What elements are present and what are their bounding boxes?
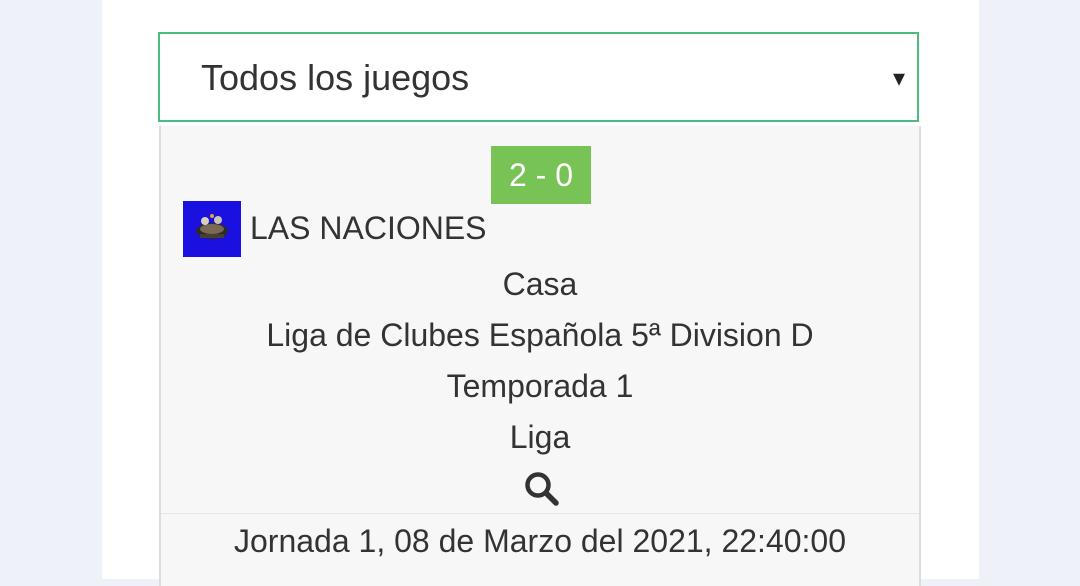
competition-type: Liga — [509, 419, 571, 455]
divider — [161, 513, 919, 514]
match-date: Jornada 1, 08 de Marzo del 2021, 22:40:0… — [234, 523, 846, 559]
venue-label: Casa — [502, 266, 578, 302]
search-icon[interactable] — [523, 470, 561, 508]
chevron-down-icon: ▾ — [892, 65, 905, 92]
league-name: Liga de Clubes Española 5ª Division D — [266, 317, 814, 353]
games-filter-value: Todos los juegos — [201, 57, 470, 98]
season-label: Temporada 1 — [446, 368, 634, 404]
score-badge: 2 - 0 — [491, 146, 591, 204]
team-name: LAS NACIONES — [250, 210, 487, 246]
team-logo-icon — [183, 201, 241, 257]
match-card: 2 - 0 LAS NACIONES Casa Liga de Clubes E… — [159, 126, 921, 586]
games-filter-select[interactable]: Todos los juegos ▾ — [158, 32, 919, 122]
